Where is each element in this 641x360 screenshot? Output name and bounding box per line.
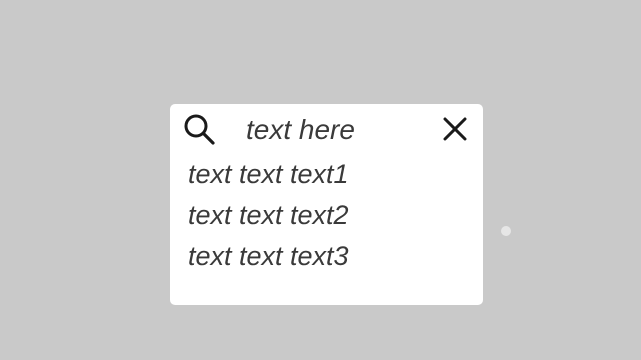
search-input[interactable] xyxy=(246,110,396,150)
close-icon[interactable] xyxy=(442,116,468,142)
search-suggestion-item[interactable]: text text text1 xyxy=(188,154,349,195)
search-suggestion-item[interactable]: text text text3 xyxy=(188,236,349,277)
cursor-dot xyxy=(501,226,511,236)
search-suggestions-list: text text text1 text text text2 text tex… xyxy=(188,154,349,277)
search-dropdown-panel: text text text1 text text text2 text tex… xyxy=(170,104,483,305)
search-bar xyxy=(170,104,483,156)
search-icon[interactable] xyxy=(182,112,216,146)
search-suggestion-item[interactable]: text text text2 xyxy=(188,195,349,236)
